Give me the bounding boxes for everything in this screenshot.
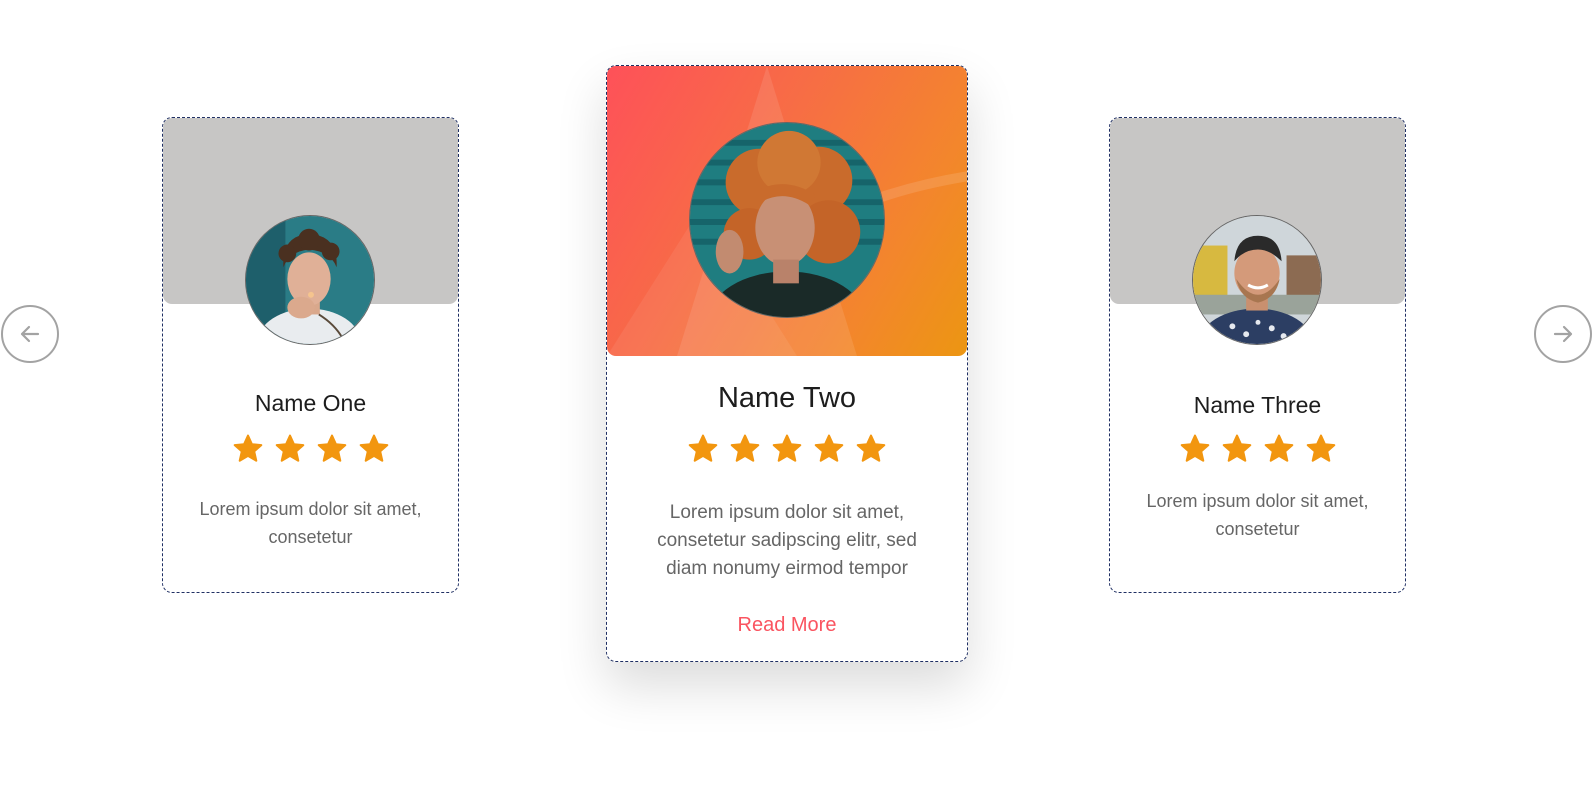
previous-button[interactable] xyxy=(1,305,59,363)
card-description: Lorem ipsum dolor sit amet, consetetur s… xyxy=(657,502,917,579)
read-more-link[interactable]: Read More xyxy=(607,614,967,637)
star-icon xyxy=(317,434,346,462)
star-icon xyxy=(359,434,388,462)
avatar xyxy=(245,215,375,345)
star-icon xyxy=(233,434,262,462)
star-icon xyxy=(1264,434,1293,462)
card-description: Lorem ipsum dolor sit amet, consetetur xyxy=(199,499,422,547)
star-icon xyxy=(275,434,304,462)
arrow-left-icon xyxy=(20,325,40,343)
testimonial-card-2: Name Two Lorem ipsum dolor sit amet, con… xyxy=(606,65,968,662)
card-name: Name Two xyxy=(717,382,857,414)
avatar xyxy=(1192,215,1322,345)
rating-stars xyxy=(1110,433,1405,465)
star-icon xyxy=(856,434,886,462)
star-icon xyxy=(814,434,844,462)
star-icon xyxy=(1222,434,1251,462)
arrow-right-icon xyxy=(1553,325,1573,343)
testimonial-card-3: Name Three Lorem ipsum dolor sit amet, c… xyxy=(1109,117,1406,593)
star-icon xyxy=(772,434,802,462)
star-icon xyxy=(1306,434,1335,462)
testimonial-carousel: Name One Lorem ipsum dolor sit amet, con… xyxy=(0,0,1593,792)
star-icon xyxy=(1180,434,1209,462)
card-name: Name Three xyxy=(1193,392,1322,418)
star-icon xyxy=(730,434,760,462)
star-icon xyxy=(688,434,718,462)
rating-stars xyxy=(163,433,458,465)
card-description: Lorem ipsum dolor sit amet, consetetur xyxy=(1146,491,1369,539)
avatar xyxy=(689,122,885,318)
rating-stars xyxy=(607,433,967,465)
testimonial-card-1: Name One Lorem ipsum dolor sit amet, con… xyxy=(162,117,459,593)
card-name: Name One xyxy=(254,390,367,416)
next-button[interactable] xyxy=(1534,305,1592,363)
